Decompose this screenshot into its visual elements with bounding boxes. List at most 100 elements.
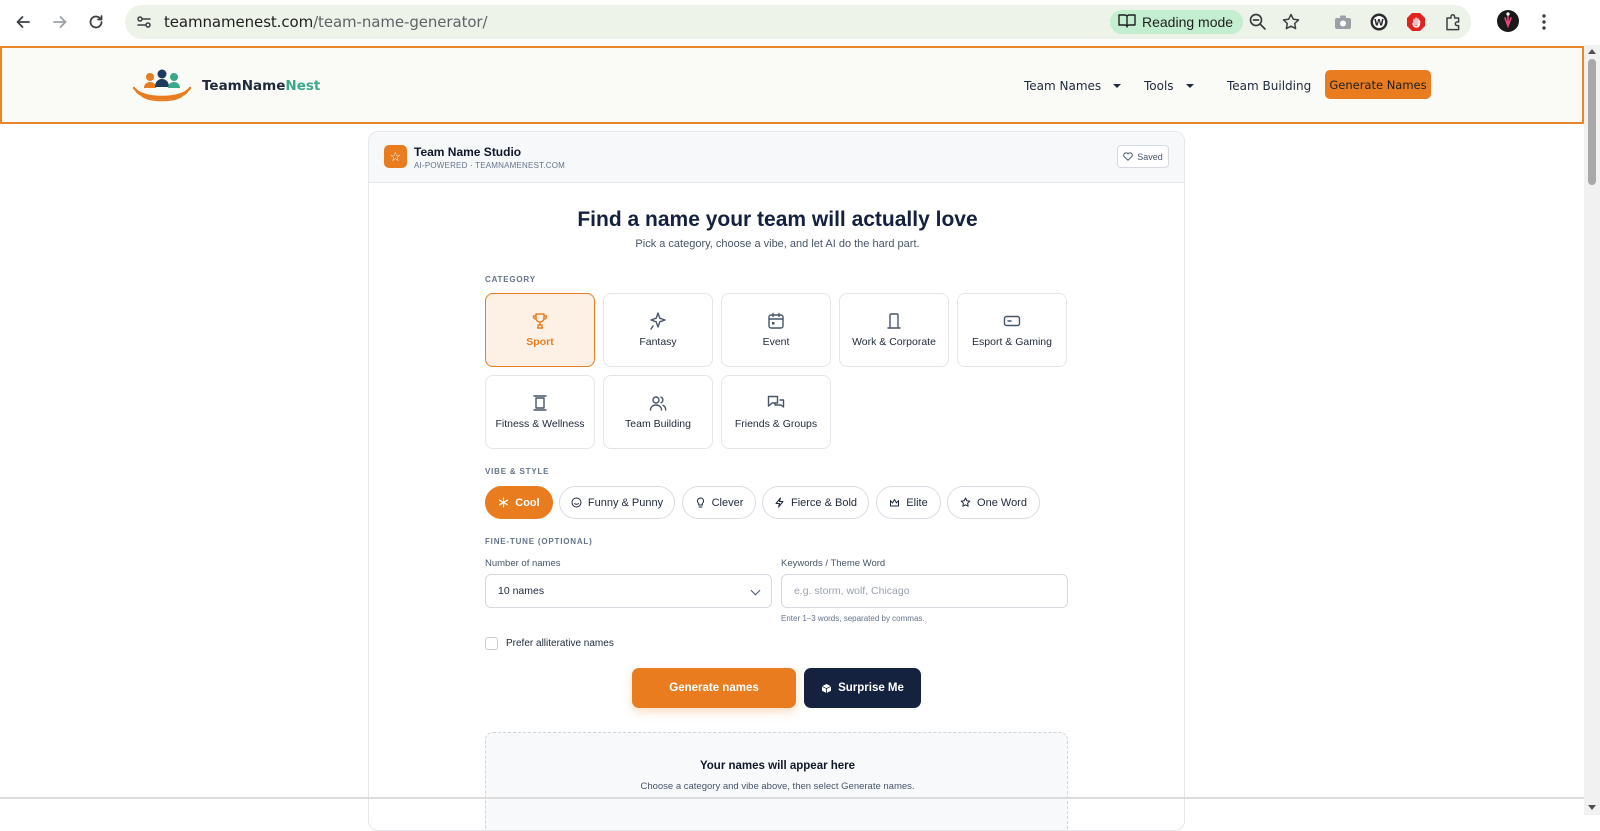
- generate-names-header-button[interactable]: Generate Names: [1325, 70, 1431, 99]
- alliterative-checkbox[interactable]: [485, 637, 498, 650]
- forward-icon[interactable]: [47, 9, 73, 35]
- saved-label: Saved: [1137, 151, 1163, 162]
- sparkle-icon: [650, 312, 666, 330]
- chat-icon: [767, 395, 785, 408]
- nav-label: Team Building: [1227, 79, 1312, 93]
- vibe-label: VIBE & STYLE: [485, 467, 550, 476]
- generate-names-button[interactable]: Generate names: [632, 668, 796, 708]
- saved-button[interactable]: Saved: [1117, 145, 1169, 168]
- count-field-label: Number of names: [485, 558, 561, 569]
- category-sport[interactable]: Sport: [485, 293, 595, 367]
- dumbbell-icon: [533, 395, 547, 411]
- gamepad-icon: [1003, 315, 1021, 327]
- results-subtitle: Choose a category and vibe above, then s…: [640, 781, 915, 792]
- vibe-funny-punny[interactable]: Funny & Punny: [559, 486, 675, 519]
- vibe-one-word[interactable]: One Word: [947, 486, 1040, 519]
- url-text[interactable]: teamnamenest.com/team-name-generator/: [164, 13, 488, 31]
- site-info-icon[interactable]: [135, 13, 153, 31]
- address-bar[interactable]: teamnamenest.com/team-name-generator/ Re…: [125, 5, 1471, 39]
- category-event[interactable]: Event: [721, 293, 831, 367]
- camera-icon[interactable]: [1332, 11, 1354, 33]
- extension-w-icon[interactable]: W: [1368, 11, 1390, 33]
- category-label-text: Fantasy: [639, 336, 677, 348]
- team-name-studio-card: ☆ Team Name Studio AI-POWERED · TEAMNAME…: [368, 131, 1185, 831]
- finetune-label: FINE-TUNE (OPTIONAL): [485, 537, 593, 546]
- category-label: CATEGORY: [485, 275, 536, 284]
- smile-icon: [571, 497, 582, 508]
- dice-icon: [821, 683, 832, 693]
- brand-name: TeamNameNest: [202, 78, 321, 94]
- bookmark-star-icon[interactable]: [1281, 12, 1301, 32]
- name-count-select[interactable]: 10 names: [485, 574, 772, 608]
- divider: [0, 797, 1584, 799]
- vibe-fierce-bold[interactable]: Fierce & Bold: [762, 486, 869, 519]
- category-team-building[interactable]: Team Building: [603, 375, 713, 449]
- vibe-cool[interactable]: Cool: [485, 486, 553, 519]
- nav-tools[interactable]: Tools: [1144, 79, 1194, 93]
- studio-header: ☆ Team Name Studio AI-POWERED · TEAMNAME…: [369, 132, 1184, 183]
- category-label-text: Fitness & Wellness: [495, 418, 585, 430]
- vibe-elite[interactable]: Elite: [876, 486, 941, 519]
- reading-mode-button[interactable]: Reading mode: [1110, 10, 1244, 34]
- studio-title: Team Name Studio: [414, 145, 522, 159]
- svg-text:W: W: [1374, 19, 1384, 29]
- category-label-text: Esport & Gaming: [972, 336, 1052, 348]
- browser-toolbar: teamnamenest.com/team-name-generator/ Re…: [0, 0, 1600, 45]
- back-icon[interactable]: [10, 9, 36, 35]
- keywords-input[interactable]: [781, 574, 1068, 608]
- category-label-text: Friends & Groups: [734, 418, 818, 430]
- site-header: TeamNameNest Team Names Tools Team Build…: [0, 46, 1584, 124]
- scrollbar-thumb[interactable]: [1588, 59, 1596, 185]
- keywords-hint: Enter 1–3 words, separated by commas.: [781, 614, 925, 623]
- nav-label: Team Names: [1024, 79, 1102, 93]
- studio-subtitle: AI-POWERED · TEAMNAMENEST.COM: [414, 161, 565, 170]
- category-work-corporate[interactable]: Work & Corporate: [839, 293, 949, 367]
- nav-team-building[interactable]: Team Building: [1227, 79, 1311, 93]
- nav-label: Tools: [1144, 79, 1174, 93]
- nav-team-names[interactable]: Team Names: [1024, 79, 1122, 93]
- site-logo[interactable]: TeamNameNest: [132, 68, 320, 104]
- category-label-text: Event: [762, 336, 790, 348]
- extensions-puzzle-icon[interactable]: [1443, 11, 1465, 33]
- profile-avatar[interactable]: [1496, 9, 1520, 33]
- lightbulb-icon: [696, 497, 704, 508]
- heart-icon: [1123, 152, 1133, 161]
- vibe-label-text: Elite: [906, 496, 928, 509]
- surprise-me-button[interactable]: Surprise Me: [804, 668, 921, 708]
- adblock-icon[interactable]: [1405, 11, 1427, 33]
- reload-icon[interactable]: [83, 9, 109, 35]
- star-icon: [960, 497, 971, 507]
- category-label-text: Team Building: [625, 418, 691, 430]
- reading-mode-icon: [1118, 13, 1136, 32]
- zoom-icon[interactable]: [1248, 12, 1268, 32]
- crown-icon: [890, 499, 900, 507]
- category-fitness-wellness[interactable]: Fitness & Wellness: [485, 375, 595, 449]
- vibe-label-text: Cool: [515, 496, 540, 509]
- keywords-field-label: Keywords / Theme Word: [781, 558, 886, 569]
- chevron-down-icon: [750, 585, 761, 596]
- page-scrollbar[interactable]: [1584, 45, 1600, 815]
- trophy-icon: [532, 313, 548, 329]
- category-label-text: Work & Corporate: [852, 336, 936, 348]
- category-label-text: Sport: [526, 336, 554, 348]
- scroll-up-arrow-icon[interactable]: [1588, 49, 1596, 54]
- name-count-value: 10 names: [498, 585, 545, 597]
- snowflake-icon: [499, 497, 509, 508]
- results-title: Your names will appear here: [699, 760, 856, 772]
- alliterative-label[interactable]: Prefer alliterative names: [506, 638, 614, 649]
- category-fantasy[interactable]: Fantasy: [603, 293, 713, 367]
- category-esport-gaming[interactable]: Esport & Gaming: [957, 293, 1067, 367]
- category-friends-groups[interactable]: Friends & Groups: [721, 375, 831, 449]
- vibe-label-text: Clever: [711, 496, 744, 509]
- results-placeholder: Your names will appear here Choose a cat…: [485, 732, 1068, 830]
- star-badge-icon: ☆: [384, 145, 407, 168]
- users-icon: [649, 396, 667, 411]
- scroll-down-arrow-icon[interactable]: [1588, 805, 1596, 810]
- vibe-label-text: Funny & Punny: [587, 496, 664, 509]
- vibe-clever[interactable]: Clever: [682, 486, 756, 519]
- reading-mode-label: Reading mode: [1142, 14, 1234, 30]
- vibe-label-text: One Word: [977, 496, 1027, 509]
- caret-down-icon: [1113, 84, 1122, 88]
- more-menu-icon[interactable]: [1533, 11, 1555, 33]
- page-title: Find a name your team will actually love: [577, 208, 978, 231]
